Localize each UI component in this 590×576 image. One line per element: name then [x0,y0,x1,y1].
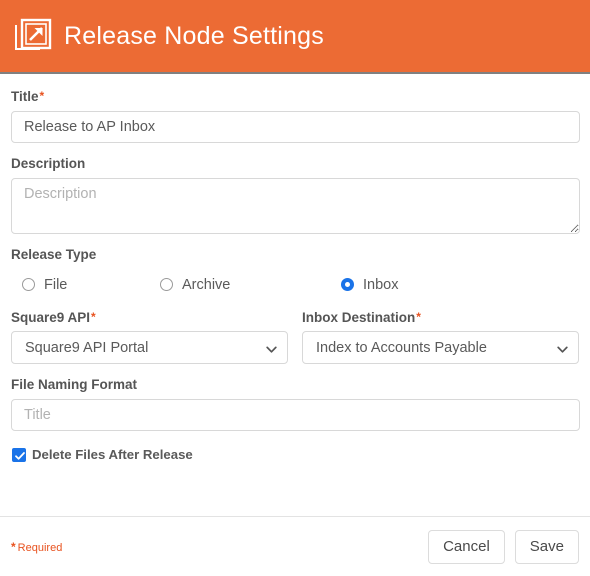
save-button[interactable]: Save [514,529,579,564]
field-group-square9-api: Square9 API* Square9 API Portal [11,309,288,365]
radio-circle-inbox[interactable] [341,278,354,292]
checkbox-delete-files[interactable] [12,447,26,462]
release-type-radio-group: File Archive Inbox [11,273,579,297]
release-export-icon [14,17,52,55]
title-input[interactable] [11,110,580,143]
title-label: Title* [11,89,579,105]
dialog-footer: * Required Cancel Save [0,516,590,576]
description-textarea[interactable] [11,177,580,234]
required-note: * Required [11,540,62,554]
radio-label-inbox: Inbox [363,276,399,293]
radio-option-archive[interactable]: Archive [160,277,341,293]
radio-label-archive: Archive [182,276,231,293]
file-naming-format-label: File Naming Format [11,377,138,393]
square9-api-selected-value: Square9 API Portal [25,339,149,356]
chevron-down-icon [557,342,568,354]
required-note-text: Required [17,541,63,554]
field-group-inbox-destination: Inbox Destination* Index to Accounts Pay… [302,309,579,365]
title-required-marker: * [39,89,45,103]
field-group-file-naming-format: File Naming Format [11,377,580,432]
radio-option-file[interactable]: File [22,277,160,293]
file-naming-format-input[interactable] [11,399,580,432]
radio-circle-archive[interactable] [160,278,173,292]
field-group-title: Title* [11,89,580,143]
delete-files-label: Delete Files After Release [32,447,193,463]
api-destination-row: Square9 API* Square9 API Portal Inbox De… [11,309,579,365]
release-type-label: Release Type [11,246,97,262]
delete-files-checkbox-row[interactable]: Delete Files After Release [11,447,579,462]
square9-api-select[interactable]: Square9 API Portal [11,331,288,365]
square9-api-required-marker: * [91,309,96,324]
footer-button-group: Cancel Save [428,529,579,564]
inbox-destination-label-text: Inbox Destination [302,309,416,325]
inbox-destination-required-marker: * [416,309,421,324]
chevron-down-icon [266,342,277,354]
cancel-button[interactable]: Cancel [428,529,505,564]
field-group-description: Description [11,155,580,234]
title-label-text: Title [11,89,39,104]
square9-api-label: Square9 API* [11,309,288,326]
radio-option-inbox[interactable]: Inbox [341,277,398,293]
inbox-destination-select[interactable]: Index to Accounts Payable [302,331,579,365]
field-group-release-type: Release Type File Archive Inbox [11,246,579,297]
dialog-header: Release Node Settings [0,0,590,74]
inbox-destination-label: Inbox Destination* [302,309,579,326]
radio-circle-file[interactable] [22,278,35,292]
inbox-destination-selected-value: Index to Accounts Payable [316,339,487,356]
square9-api-label-text: Square9 API [11,309,91,325]
description-label: Description [11,155,86,171]
settings-form: Title* Description Release Type File Arc… [0,74,590,516]
radio-label-file: File [44,276,68,293]
required-note-star: * [11,539,16,554]
page-title: Release Node Settings [64,21,324,50]
